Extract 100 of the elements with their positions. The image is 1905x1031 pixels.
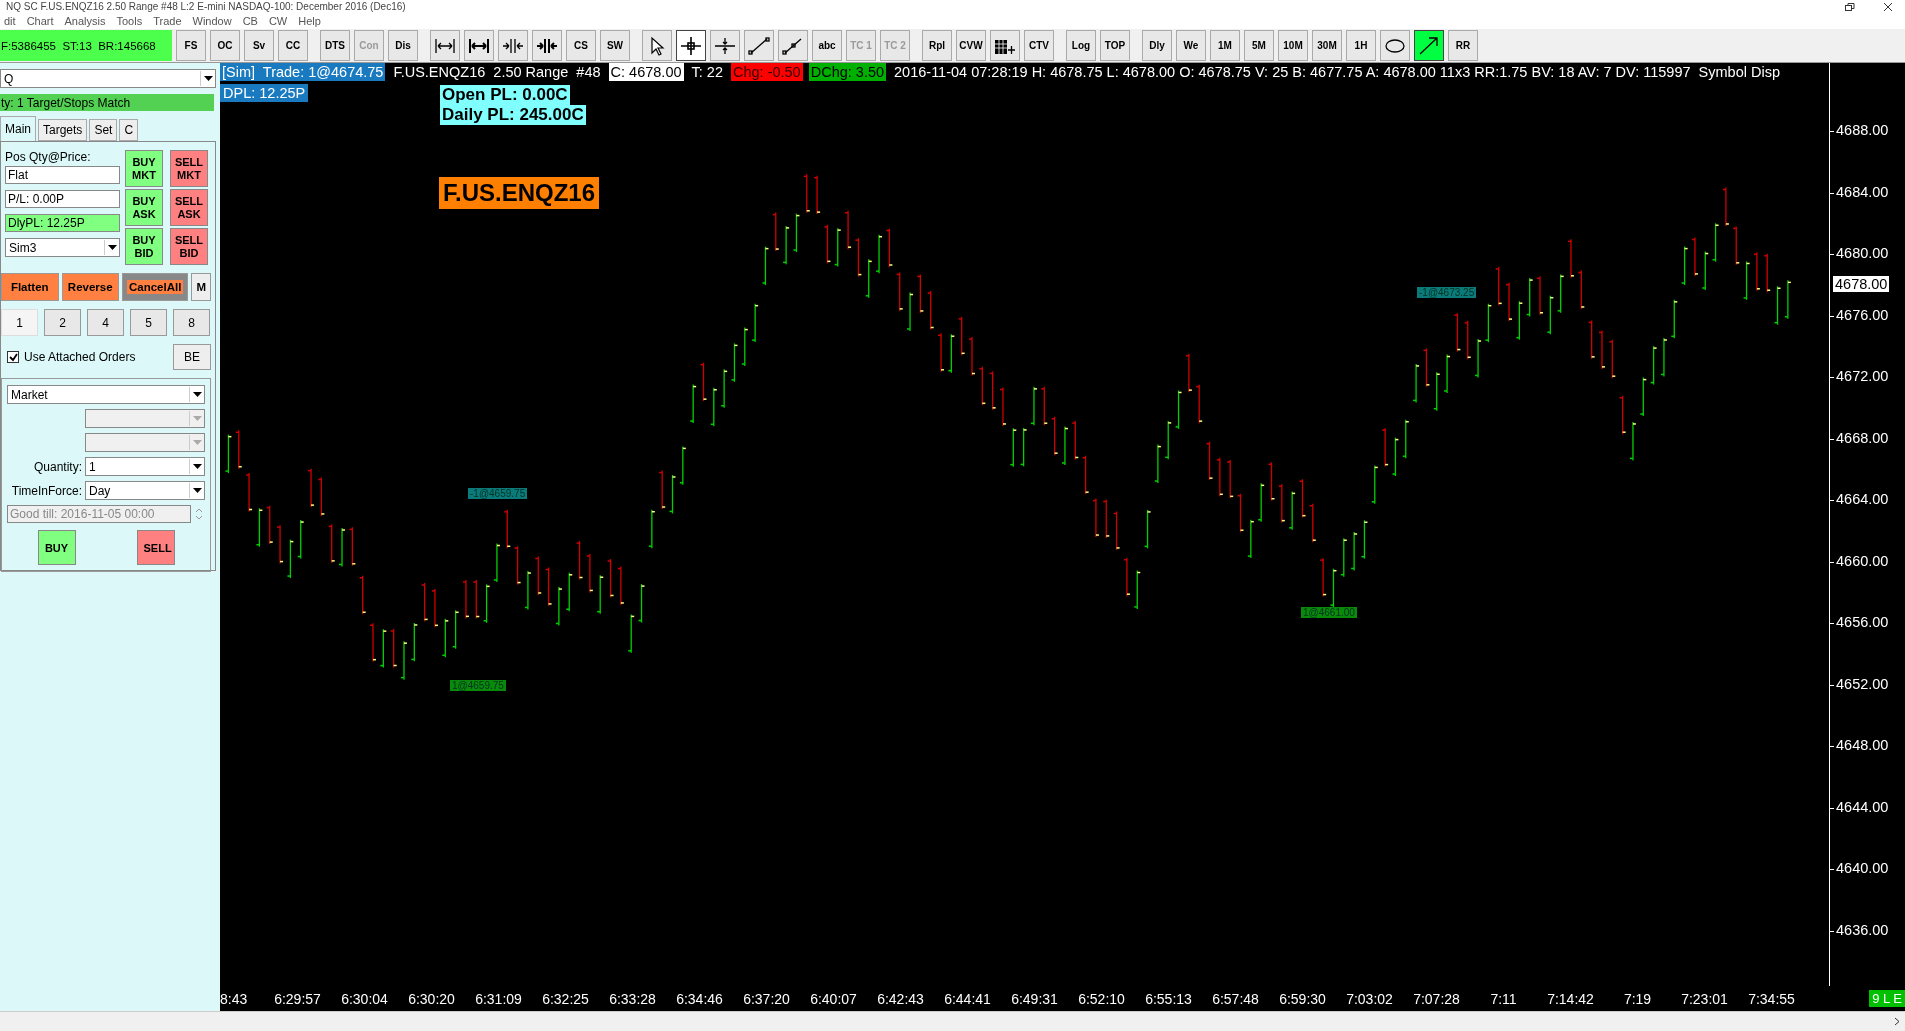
line-tool-icon [747, 35, 771, 56]
toolbar-button[interactable] [498, 30, 528, 61]
order-button[interactable]: SELL BID [170, 228, 208, 265]
toolbar-button[interactable]: TOP [1100, 30, 1130, 61]
toolbar-button[interactable]: FS [176, 30, 206, 61]
toolbar-button[interactable]: 1H [1346, 30, 1376, 61]
time-label: 7:19 [1622, 990, 1653, 1007]
menu-item[interactable]: Help [294, 15, 328, 27]
chart-info: C: 4678.00 [608, 63, 684, 81]
time-in-force-select[interactable]: Day [85, 481, 205, 500]
toolbar-button[interactable]: Rpl [922, 30, 952, 61]
quantity-select[interactable]: 1 [85, 457, 205, 476]
toolbar-button[interactable]: CC [278, 30, 308, 61]
size-button[interactable]: 1 [1, 309, 38, 336]
toolbar-button[interactable]: 30M [1312, 30, 1342, 61]
toolbar-button[interactable]: DTS [320, 30, 350, 61]
toolbar-button[interactable]: abc [812, 30, 842, 61]
menu-item[interactable]: CB [238, 15, 265, 27]
time-label: 6:52:10 [1077, 990, 1126, 1007]
time-label: 7:11 [1489, 990, 1518, 1007]
size-button[interactable]: 4 [87, 309, 124, 336]
menu-item[interactable]: Tools [112, 15, 150, 27]
toolbar-button[interactable]: Sv [244, 30, 274, 61]
time-label: 7:34:55 [1747, 990, 1796, 1007]
action-button[interactable]: M [191, 273, 211, 301]
price-label: 4676.00 [1836, 306, 1889, 323]
order-type-select[interactable]: Market [7, 385, 205, 404]
restore-icon[interactable] [1845, 2, 1855, 11]
time-label: 6:42:43 [876, 990, 925, 1007]
toolbar-button[interactable]: SW [600, 30, 630, 61]
chart-info: [Sim] Trade: 1@4674.75 [220, 63, 386, 81]
order-button[interactable]: SELL ASK [170, 189, 208, 226]
toolbar-button[interactable]: CS [566, 30, 596, 61]
menu-item[interactable]: Window [188, 15, 239, 27]
symbol-label: F.US.ENQZ16 [439, 177, 600, 209]
toolbar-button[interactable]: Dis [388, 30, 418, 61]
buy-button[interactable]: BUY [37, 530, 76, 565]
toolbar-button[interactable]: CVW [956, 30, 986, 61]
position-label: Pos Qty@Price: [5, 150, 92, 164]
account-select[interactable]: Sim3 [5, 238, 120, 257]
cancel-all-button[interactable]: CancelAll [122, 273, 189, 301]
checkbox-label: Use Attached Orders [24, 350, 136, 364]
time-label: 6:44:41 [943, 990, 992, 1007]
toolbar-button[interactable] [464, 30, 494, 61]
be-button[interactable]: BE [173, 344, 211, 370]
toolbar-button[interactable] [1380, 30, 1410, 61]
symbol-select[interactable]: Q [0, 69, 216, 88]
toolbar-button[interactable]: CTV [1024, 30, 1054, 61]
time-label: 7:14:42 [1546, 990, 1595, 1007]
toolbar-button[interactable]: RR [1448, 30, 1478, 61]
menu-item[interactable]: Analysis [60, 15, 113, 27]
price-label: 4640.00 [1836, 860, 1889, 876]
toolbar-button[interactable]: 5M [1244, 30, 1274, 61]
toolbar-button[interactable] [1414, 30, 1444, 61]
toolbar-button[interactable] [990, 30, 1020, 61]
toolbar-button[interactable] [642, 30, 672, 61]
toolbar-button[interactable]: Log [1066, 30, 1096, 61]
time-in-force-label: TimeInForce: [11, 483, 82, 498]
toolbar-button[interactable]: 1M [1210, 30, 1240, 61]
checkbox[interactable] [7, 351, 19, 363]
time-label: 7:03:02 [1345, 990, 1394, 1007]
size-button[interactable]: 8 [173, 309, 210, 336]
toolbar-button[interactable]: OC [210, 30, 240, 61]
panel-tab[interactable]: Targets [38, 119, 88, 141]
menu-item[interactable]: CW [264, 15, 295, 27]
order-button[interactable]: SELL MKT [170, 150, 208, 187]
close-icon[interactable] [1883, 2, 1893, 11]
toolbar-button[interactable]: 10M [1278, 30, 1308, 61]
sell-button[interactable]: SELL [136, 530, 175, 565]
menu-item[interactable]: Chart [22, 15, 61, 27]
toolbar-button[interactable]: We [1176, 30, 1206, 61]
size-button[interactable]: 5 [130, 309, 167, 336]
toolbar-button[interactable] [778, 30, 808, 61]
toolbar-button[interactable] [744, 30, 774, 61]
fill-marker: 1@4659.75 [450, 680, 506, 691]
action-button[interactable]: Flatten [1, 273, 59, 301]
time-label: 6:37:20 [742, 990, 791, 1007]
toolbar-button[interactable] [532, 30, 562, 61]
toolbar-button[interactable] [676, 30, 706, 61]
panel-tab[interactable]: C [119, 119, 139, 141]
time-label: 7:07:28 [1412, 990, 1461, 1007]
panel-tab[interactable]: Main [0, 116, 36, 141]
time-label: 6:30:04 [340, 990, 389, 1007]
size-button[interactable]: 2 [44, 309, 81, 336]
price-label: 4668.00 [1836, 429, 1889, 446]
dropdown-arrow-icon [189, 483, 204, 498]
toolbar-button[interactable] [430, 30, 460, 61]
order-button[interactable]: BUY MKT [125, 150, 163, 187]
toolbar-button[interactable]: Dly [1142, 30, 1172, 61]
order-button[interactable]: BUY BID [125, 228, 163, 265]
menu-item[interactable]: dit [0, 15, 23, 27]
order-button[interactable]: BUY ASK [125, 189, 163, 226]
toolbar-button[interactable] [710, 30, 740, 61]
menu-item[interactable]: Trade [149, 15, 189, 27]
crosshair-icon [679, 35, 703, 56]
fill-marker: 1@4661.00 [1301, 607, 1357, 618]
time-label: 6:32:25 [541, 990, 590, 1007]
panel-tab[interactable]: Set [89, 119, 118, 141]
action-button[interactable]: Reverse [61, 273, 119, 301]
pl-field: P/L: 0.00P [5, 190, 120, 208]
